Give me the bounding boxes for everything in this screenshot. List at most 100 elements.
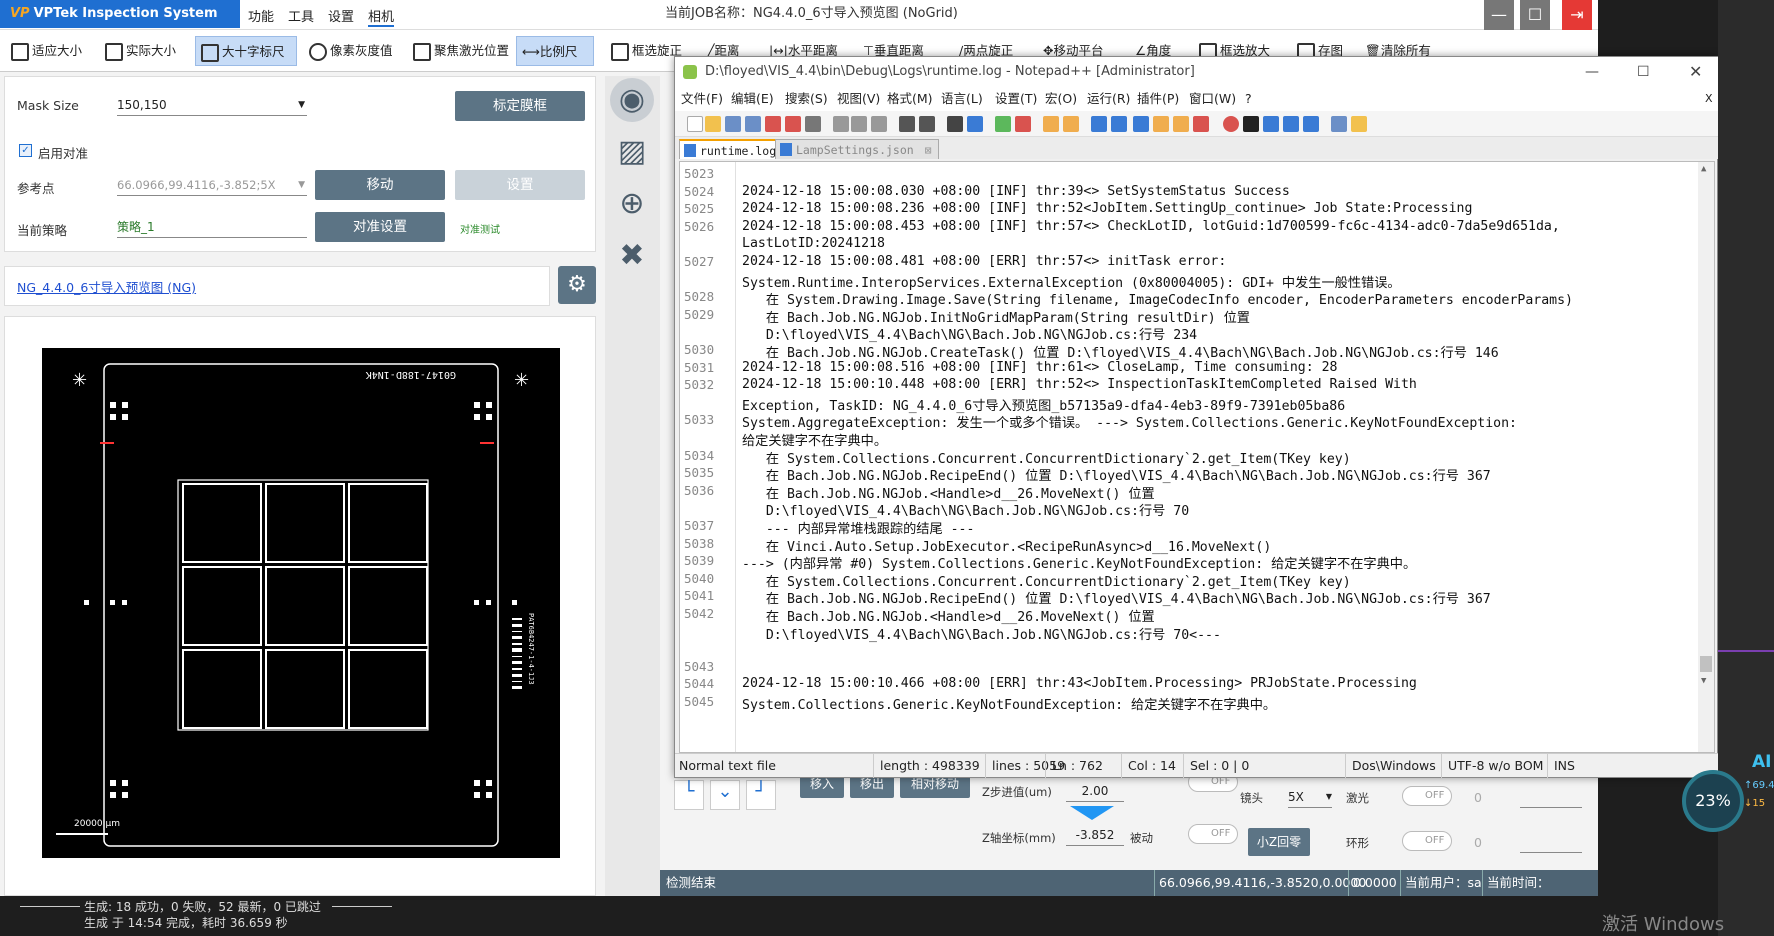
npp-menu-settings[interactable]: 设置(T) [995, 87, 1037, 111]
undo-icon[interactable] [899, 116, 915, 132]
pixel-gray-button[interactable]: 像素灰度值 [304, 36, 398, 66]
align-settings-button[interactable]: 对准设置 [315, 212, 445, 242]
npp-maximize-button[interactable]: ☐ [1637, 57, 1650, 87]
npp-close-button[interactable]: ✕ [1689, 57, 1702, 87]
actual-size-button[interactable]: 实际大小 [100, 36, 181, 66]
close-all-icon[interactable] [785, 116, 801, 132]
open-file-icon[interactable] [705, 116, 721, 132]
print-icon[interactable] [805, 116, 821, 132]
move-button[interactable]: 移动 [315, 170, 445, 200]
zoom-out-icon[interactable] [1015, 116, 1031, 132]
doc-map-icon[interactable] [1153, 116, 1169, 132]
camera-icon[interactable]: ◉ [610, 78, 654, 122]
menu-tools[interactable]: 工具 [288, 6, 314, 25]
npp-editor[interactable]: 5023 5024 5025 5026 5027 5028 5029 5030 5031 5032… [679, 161, 1715, 753]
folder-workspace-icon[interactable] [1193, 116, 1209, 132]
editor-vertical-scrollbar[interactable]: ▲ ▼ [1698, 162, 1714, 752]
small-z-home-button[interactable]: 小Z回零 [1248, 828, 1310, 856]
z-down-arrow-icon[interactable] [1070, 806, 1114, 820]
lens-select[interactable]: 5X ▼ [1288, 786, 1332, 808]
job-link[interactable]: NG_4.4.0_6寸导入预览图 (NG) [17, 277, 196, 296]
play-macro-icon[interactable] [1263, 116, 1279, 132]
npp-menu-search[interactable]: 搜索(S) [785, 87, 828, 111]
crosshair-ruler-button[interactable]: 大十字标尺 [195, 36, 297, 66]
npp-minimize-button[interactable]: — [1585, 57, 1599, 87]
reference-point-select[interactable]: 66.0966,99.4116,-3.852;5X ▼ [117, 174, 307, 196]
zoom-in-icon[interactable] [995, 116, 1011, 132]
z-step-input[interactable]: 2.00 [1066, 780, 1124, 802]
npp-menu-language[interactable]: 语言(L) [941, 87, 983, 111]
fit-size-button[interactable]: 适应大小 [6, 36, 87, 66]
func-list-icon[interactable] [1173, 116, 1189, 132]
copy-icon[interactable] [851, 116, 867, 132]
calibrate-frame-button[interactable]: 标定膜框 [455, 91, 585, 121]
set-button[interactable]: 设置 [455, 170, 585, 200]
wafer-preview-image[interactable]: ✳ ✳ G0147-188D-1N4K PAT6B4247-1-4-1J3 20… [42, 348, 560, 858]
ring-dropdown[interactable] [1520, 831, 1582, 853]
spellcheck-icon[interactable] [1331, 116, 1347, 132]
npp-close-doc-x[interactable]: X [1705, 87, 1713, 111]
redo-icon[interactable] [919, 116, 935, 132]
show-symbols-icon[interactable] [1111, 116, 1127, 132]
menu-camera[interactable]: 相机 [368, 6, 395, 27]
save-macro-icon[interactable] [1303, 116, 1319, 132]
cpu-usage-gauge[interactable]: 23% [1682, 770, 1744, 832]
tab-lamp-settings[interactable]: LampSettings.json ⊠ [775, 139, 939, 159]
laser-toggle[interactable]: OFF [1402, 786, 1452, 806]
wrap-icon[interactable] [1091, 116, 1107, 132]
cut-icon[interactable] [833, 116, 849, 132]
indent-guide-icon[interactable] [1133, 116, 1149, 132]
npp-menu-file[interactable]: 文件(F) [681, 87, 723, 111]
run-macro-multi-icon[interactable] [1283, 116, 1299, 132]
target-scan-icon[interactable]: ⊕ [610, 182, 654, 226]
scroll-thumb[interactable] [1700, 656, 1712, 672]
record-macro-icon[interactable] [1223, 116, 1239, 132]
maximize-button[interactable]: ☐ [1520, 0, 1550, 30]
image-chart-icon[interactable]: ▨ [610, 130, 654, 174]
replace-icon[interactable] [967, 116, 983, 132]
find-icon[interactable] [947, 116, 963, 132]
save-all-icon[interactable] [745, 116, 761, 132]
scale-bar-button[interactable]: ⟷比例尺 [516, 36, 594, 66]
npp-menu-help[interactable]: ? [1245, 87, 1252, 111]
npp-menu-window[interactable]: 窗口(W) [1189, 87, 1236, 111]
jog-down-right-button[interactable]: ┘ [746, 780, 776, 810]
npp-menu-view[interactable]: 视图(V) [837, 87, 880, 111]
save-icon[interactable] [725, 116, 741, 132]
reference-point-value: 66.0966,99.4116,-3.852;5X [117, 178, 276, 192]
minimize-button[interactable]: — [1484, 0, 1514, 30]
enable-align-checkbox[interactable]: ✓ [19, 144, 32, 157]
npp-menu-macro[interactable]: 宏(O) [1045, 87, 1077, 111]
menu-function[interactable]: 功能 [248, 6, 274, 25]
stop-macro-icon[interactable] [1243, 116, 1259, 132]
passive-toggle[interactable]: OFF [1188, 824, 1238, 844]
laser-dropdown[interactable] [1520, 786, 1582, 808]
tools-icon[interactable]: ✖ [610, 234, 654, 278]
new-file-icon[interactable] [687, 116, 703, 132]
focus-laser-button[interactable]: 聚焦激光位置 [408, 36, 514, 66]
menu-settings[interactable]: 设置 [328, 6, 354, 25]
sync-h-icon[interactable] [1063, 116, 1079, 132]
exit-button[interactable]: ⇥ [1562, 0, 1592, 30]
npp-menu-run[interactable]: 运行(R) [1087, 87, 1130, 111]
settings-gear-button[interactable]: ⚙ [558, 266, 596, 304]
scroll-up-icon[interactable]: ▲ [1701, 164, 1706, 174]
align-test-link[interactable]: 对准测试 [460, 221, 500, 236]
strategy-field[interactable]: 策略_1 [117, 216, 307, 238]
scroll-down-icon[interactable]: ▼ [1701, 676, 1706, 686]
jog-down-button[interactable]: ⌄ [710, 780, 740, 810]
npp-menu-edit[interactable]: 编辑(E) [731, 87, 774, 111]
npp-titlebar: D:\floyed\VIS_4.4\bin\Debug\Logs\runtime… [675, 57, 1719, 87]
npp-menu-plugins[interactable]: 插件(P) [1137, 87, 1179, 111]
ring-toggle[interactable]: OFF [1402, 831, 1452, 851]
ai-assistant-badge[interactable]: AI [1752, 752, 1771, 772]
close-tab-icon[interactable]: ⊠ [925, 143, 932, 157]
spellcheck-settings-icon[interactable] [1351, 116, 1367, 132]
paste-icon[interactable] [871, 116, 887, 132]
mask-size-select[interactable]: 150,150 ▼ [117, 94, 307, 116]
file-icon [780, 143, 792, 156]
sync-v-icon[interactable] [1043, 116, 1059, 132]
close-file-icon[interactable] [765, 116, 781, 132]
npp-menu-format[interactable]: 格式(M) [887, 87, 933, 111]
jog-down-left-button[interactable]: └ [674, 780, 704, 810]
